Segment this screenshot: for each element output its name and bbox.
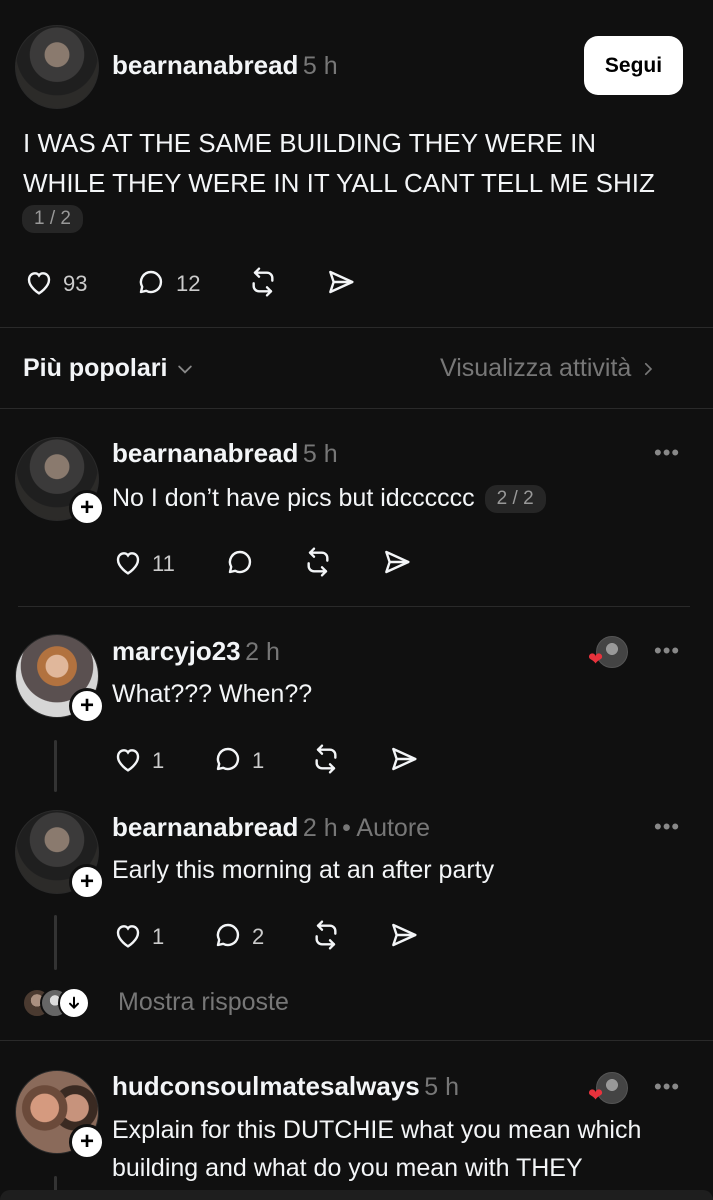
divider — [0, 327, 713, 328]
follow-plus-icon[interactable]: + — [69, 490, 105, 526]
like-icon[interactable] — [112, 919, 144, 951]
heart-icon: ❤ — [588, 649, 604, 669]
follow-plus-icon[interactable]: + — [69, 864, 105, 900]
post-time: 5 h — [302, 52, 338, 80]
reply-username[interactable]: bearnanabread — [112, 438, 298, 468]
reply-time: 2 h — [245, 638, 280, 666]
show-replies-button[interactable]: Mostra risposte — [22, 987, 289, 1019]
reply-header: hudconsoulmatesalways 5 h — [112, 1071, 459, 1102]
reply-comment-count: 2 — [252, 924, 265, 949]
reply-header: marcyjo23 2 h — [112, 636, 280, 667]
share-icon[interactable] — [381, 546, 413, 578]
reply-text: What??? When?? — [112, 680, 313, 708]
follow-button[interactable]: Segui — [584, 36, 683, 95]
post-page-badge: 1 / 2 — [22, 205, 83, 233]
follow-plus-icon[interactable]: + — [69, 688, 105, 724]
author-tag: • Autore — [342, 814, 431, 842]
thread-line — [54, 740, 57, 792]
reply-time: 5 h — [302, 440, 338, 468]
sort-label: Più popolari — [23, 354, 168, 382]
reply-text: No I don’t have pics but idcccccc — [112, 484, 475, 512]
post-text-line1: I WAS AT THE SAME BUILDING THEY WERE IN — [23, 128, 597, 158]
view-activity-label: Visualizza attività — [440, 354, 632, 382]
heart-icon: ❤ — [588, 1085, 604, 1105]
post-page-badge-wrap: 1 / 2 — [22, 205, 83, 233]
replier-avatars — [22, 987, 92, 1019]
reply-time: 2 h — [302, 814, 338, 842]
post-author-avatar[interactable] — [15, 25, 99, 109]
divider — [0, 1040, 713, 1041]
more-options-icon[interactable]: ••• — [654, 638, 680, 664]
post-text-line2: WHILE THEY WERE IN IT YALL CANT TELL ME … — [23, 168, 655, 198]
repost-icon[interactable] — [310, 743, 342, 775]
like-icon[interactable] — [23, 266, 55, 298]
repost-icon[interactable] — [302, 546, 334, 578]
show-replies-label: Mostra risposte — [118, 987, 289, 1016]
reply-username[interactable]: bearnanabread — [112, 812, 298, 842]
like-icon[interactable] — [112, 743, 144, 775]
reply-comment-count: 1 — [252, 748, 265, 773]
arrow-down-icon — [58, 987, 90, 1019]
chevron-right-icon — [639, 360, 657, 378]
divider — [0, 408, 713, 409]
reply-text: Early this morning at an after party — [112, 856, 495, 884]
reply-like-count: 11 — [152, 551, 175, 576]
sort-dropdown[interactable]: Più popolari — [23, 354, 195, 383]
comment-icon[interactable] — [224, 546, 256, 578]
reply-header: bearnanabread 2 h • Autore — [112, 812, 430, 843]
reply-page-badge: 2 / 2 — [484, 484, 546, 513]
reply-text-line2: building and what do you mean with THEY — [112, 1154, 583, 1182]
thread-line — [54, 915, 57, 970]
more-options-icon[interactable]: ••• — [654, 1074, 680, 1100]
share-icon[interactable] — [388, 919, 420, 951]
reply-username[interactable]: marcyjo23 — [112, 636, 241, 666]
reply-like-count: 1 — [152, 924, 165, 949]
reply-time: 5 h — [424, 1073, 459, 1101]
view-activity-link[interactable]: Visualizza attività — [440, 354, 657, 383]
reply-username[interactable]: hudconsoulmatesalways — [112, 1071, 420, 1101]
repost-icon[interactable] — [247, 266, 279, 298]
reply-like-count: 1 — [152, 748, 165, 773]
comment-icon[interactable] — [212, 919, 244, 951]
share-icon[interactable] — [388, 743, 420, 775]
chevron-down-icon — [175, 359, 195, 379]
comment-icon[interactable] — [135, 266, 167, 298]
post-like-count: 93 — [63, 271, 88, 296]
follow-plus-icon[interactable]: + — [69, 1124, 105, 1160]
comment-icon[interactable] — [212, 743, 244, 775]
reply-text-line1: Explain for this DUTCHIE what you mean w… — [112, 1116, 642, 1144]
post-author-line: bearnanabread 5 h — [112, 50, 338, 81]
post-author-username[interactable]: bearnanabread — [112, 50, 298, 80]
share-icon[interactable] — [325, 266, 357, 298]
reply-header: bearnanabread 5 h — [112, 438, 338, 469]
bottom-composer-edge — [0, 1190, 713, 1200]
post-comment-count: 12 — [176, 271, 201, 296]
more-options-icon[interactable]: ••• — [654, 814, 680, 840]
more-options-icon[interactable]: ••• — [654, 440, 680, 466]
divider — [18, 606, 690, 607]
reply-text-row: No I don’t have pics but idcccccc 2 / 2 — [112, 484, 546, 513]
repost-icon[interactable] — [310, 919, 342, 951]
like-icon[interactable] — [112, 546, 144, 578]
